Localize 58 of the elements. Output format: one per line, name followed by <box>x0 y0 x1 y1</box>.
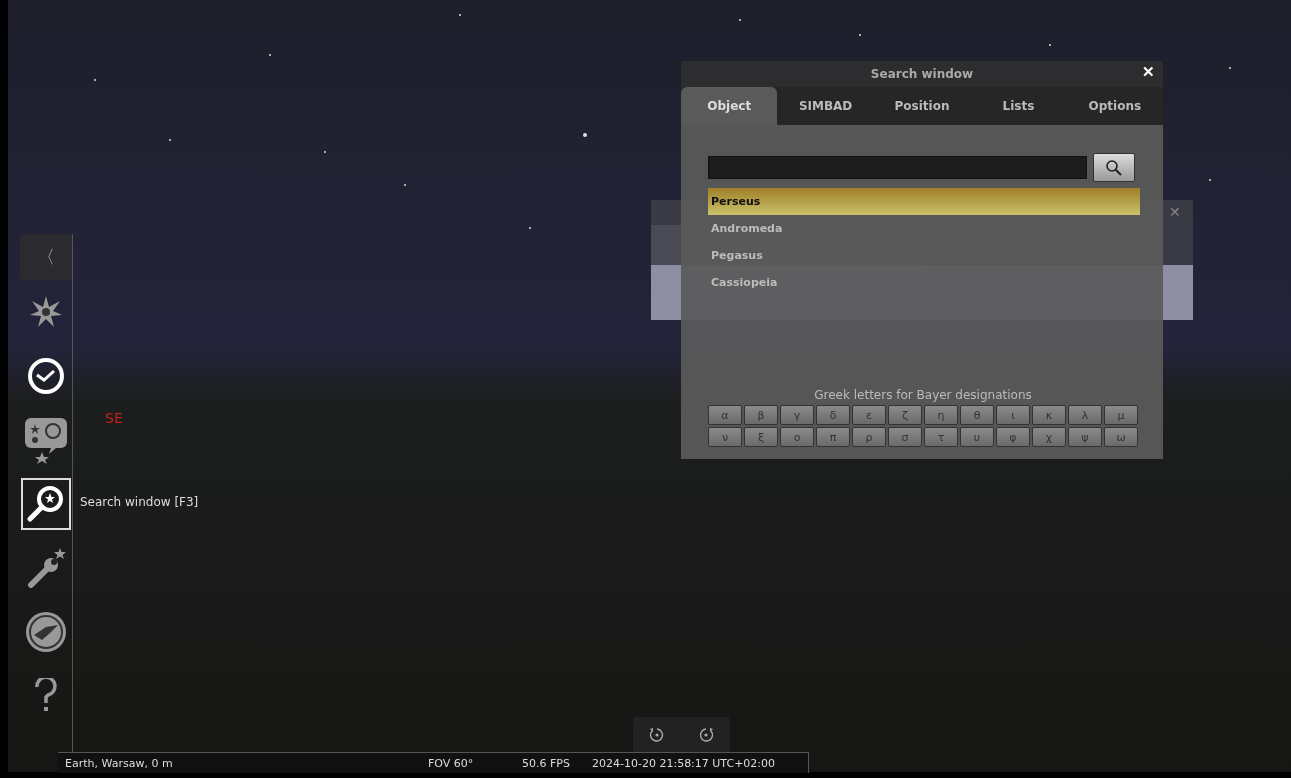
greek-letter-key[interactable]: β <box>744 405 778 425</box>
tooltip-text: Search window [F3] <box>80 495 199 509</box>
greek-letter-key[interactable]: ι <box>996 405 1030 425</box>
result-item[interactable]: Perseus <box>708 188 1140 215</box>
emblem-icon <box>24 610 68 654</box>
rotate-right-icon <box>697 727 714 743</box>
result-item[interactable]: Andromeda <box>708 215 1140 242</box>
greek-letter-key[interactable]: ψ <box>1068 427 1102 447</box>
rotate-left-icon <box>649 727 666 743</box>
sidebar-button[interactable] <box>21 478 71 530</box>
tab[interactable]: Position <box>873 87 971 125</box>
tab[interactable]: SIMBAD <box>777 87 874 125</box>
datetime-text: 2024-10-20 21:58:17 UTC+02:00 <box>592 756 776 770</box>
greek-letter-key[interactable]: μ <box>1104 405 1138 425</box>
wrench-icon <box>26 547 66 589</box>
search-icon <box>1105 158 1123 177</box>
fps-text: 50.6 FPS <box>522 756 571 770</box>
greek-letter-key[interactable]: φ <box>996 427 1030 447</box>
greek-letters-label: Greek letters for Bayer designations <box>814 388 1032 402</box>
greek-letter-key[interactable]: ε <box>852 405 886 425</box>
greek-letter-key[interactable]: λ <box>1068 405 1102 425</box>
greek-letter-key[interactable]: θ <box>960 405 994 425</box>
rotate-button[interactable] <box>697 727 714 743</box>
greek-letter-key[interactable]: α <box>708 405 742 425</box>
greek-letter-key[interactable]: ρ <box>852 427 886 447</box>
greek-letter-key[interactable]: ζ <box>888 405 922 425</box>
greek-letter-key[interactable]: σ <box>888 427 922 447</box>
search-button[interactable] <box>1093 153 1135 182</box>
greek-letter-key[interactable]: π <box>816 427 850 447</box>
sun-icon <box>29 295 63 329</box>
greek-letter-key[interactable]: ω <box>1104 427 1138 447</box>
greek-letter-key[interactable]: ο <box>780 427 814 447</box>
rotate-button[interactable] <box>649 727 666 743</box>
greek-letter-key[interactable]: ξ <box>744 427 778 447</box>
greek-letter-key[interactable]: υ <box>960 427 994 447</box>
greek-letter-key[interactable]: η <box>924 405 958 425</box>
help-icon <box>34 678 58 714</box>
greek-letter-key[interactable]: γ <box>780 405 814 425</box>
close-button[interactable]: ✕ <box>1163 203 1187 221</box>
search-icon <box>26 484 66 524</box>
compass-label: SE <box>105 410 123 426</box>
tab[interactable]: Lists <box>970 87 1067 125</box>
greek-letter-key[interactable]: ν <box>708 427 742 447</box>
window-title: Search window <box>870 67 974 81</box>
tab[interactable]: Options <box>1066 87 1164 125</box>
greek-letter-key[interactable]: κ <box>1032 405 1066 425</box>
sky-objects-icon <box>23 416 69 464</box>
result-item[interactable]: Pegasus <box>708 242 1140 269</box>
close-button[interactable]: ✕ <box>1140 63 1157 81</box>
fov-text: FOV 60° <box>428 756 475 770</box>
collapse-button[interactable]: 〈 <box>20 234 72 280</box>
clock-icon <box>26 356 66 396</box>
greek-letter-key[interactable]: τ <box>924 427 958 447</box>
tab[interactable]: Object <box>681 87 778 125</box>
greek-letter-key[interactable]: δ <box>816 405 850 425</box>
search-field[interactable] <box>708 156 1087 179</box>
greek-letter-key[interactable]: χ <box>1032 427 1066 447</box>
location-text: Earth, Warsaw, 0 m <box>65 756 174 770</box>
